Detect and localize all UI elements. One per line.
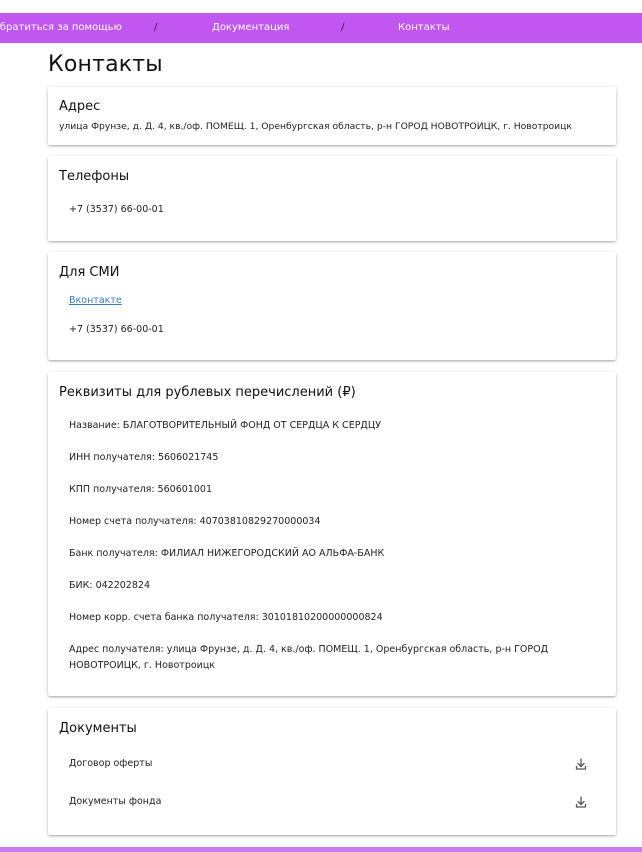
breadcrumb-separator: / bbox=[341, 22, 345, 33]
page-title: Контакты bbox=[48, 52, 163, 77]
breadcrumb-separator: / bbox=[154, 22, 158, 33]
phones-card: Телефоны +7 (3537) 66-00-01 bbox=[48, 156, 616, 241]
requisite-inn: ИНН получателя: 5606021745 bbox=[69, 452, 219, 463]
requisite-address-line2: НОВОТРОИЦК, г. Новотроицк bbox=[69, 660, 216, 671]
address-text: улица Фрунзе, д. Д. 4, кв./оф. ПОМЕЩ. 1,… bbox=[59, 121, 572, 132]
requisites-card: Реквизиты для рублевых перечислений (₽) … bbox=[48, 372, 616, 696]
documents-title: Документы bbox=[59, 721, 137, 736]
requisite-bank: Банк получателя: ФИЛИАЛ НИЖЕГОРОДСКИЙ АО… bbox=[69, 548, 385, 559]
document-label: Договор оферты bbox=[69, 758, 153, 769]
requisite-name: Название: БЛАГОТВОРИТЕЛЬНЫЙ ФОНД ОТ СЕРД… bbox=[69, 420, 382, 431]
requisite-kpp: КПП получателя: 560601001 bbox=[69, 484, 212, 495]
media-title: Для СМИ bbox=[59, 265, 120, 280]
documents-card: Документы Договор оферты Документы фонда bbox=[48, 708, 616, 835]
footer-accent-bar bbox=[0, 847, 642, 852]
phones-title: Телефоны bbox=[59, 169, 130, 184]
breadcrumb-current: Контакты bbox=[398, 22, 450, 33]
requisite-account: Номер счета получателя: 4070381082927000… bbox=[69, 516, 321, 527]
breadcrumb-docs-link[interactable]: Документация bbox=[212, 22, 289, 33]
breadcrumb: Обратиться за помощью / Документация / К… bbox=[0, 13, 642, 43]
requisites-title: Реквизиты для рублевых перечислений (₽) bbox=[59, 385, 356, 400]
document-label: Документы фонда bbox=[69, 796, 162, 807]
address-card: Адрес улица Фрунзе, д. Д. 4, кв./оф. ПОМ… bbox=[48, 87, 616, 145]
requisite-corr-account: Номер корр. счета банка получателя: 3010… bbox=[69, 612, 383, 623]
address-title: Адрес bbox=[59, 99, 101, 114]
requisite-bik: БИК: 042202824 bbox=[69, 580, 150, 591]
media-phone-number[interactable]: +7 (3537) 66-00-01 bbox=[69, 322, 164, 338]
vkontakte-link[interactable]: Вконтакте bbox=[69, 293, 122, 309]
document-row-offer[interactable]: Договор оферты bbox=[48, 754, 616, 776]
document-row-fund[interactable]: Документы фонда bbox=[48, 792, 616, 814]
download-icon[interactable] bbox=[574, 757, 588, 771]
requisite-address-line1: Адрес получателя: улица Фрунзе, д. Д. 4,… bbox=[69, 644, 549, 655]
download-icon[interactable] bbox=[574, 795, 588, 809]
phone-number[interactable]: +7 (3537) 66-00-01 bbox=[69, 202, 164, 218]
media-card: Для СМИ Вконтакте +7 (3537) 66-00-01 bbox=[48, 252, 616, 360]
breadcrumb-help-link[interactable]: Обратиться за помощью bbox=[0, 22, 122, 33]
